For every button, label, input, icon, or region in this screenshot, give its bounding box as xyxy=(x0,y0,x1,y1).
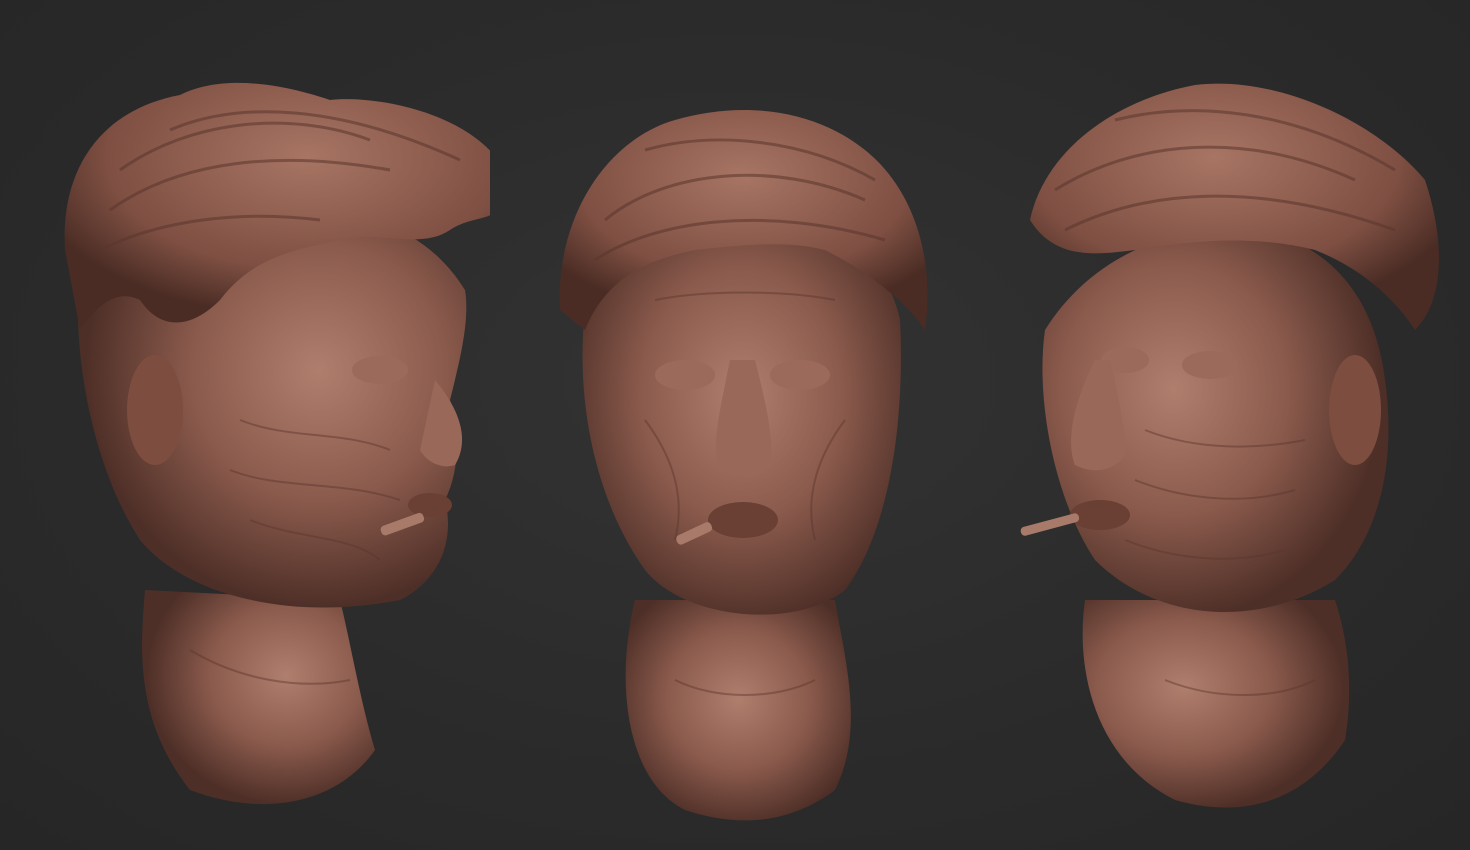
neck xyxy=(142,590,375,805)
neck xyxy=(625,600,851,821)
sculpt-bust-three-quarter-right xyxy=(40,0,490,850)
eye xyxy=(352,356,408,384)
cigarette xyxy=(1020,513,1080,536)
left-eye xyxy=(655,360,715,390)
neck xyxy=(1082,600,1350,808)
bust-center-render xyxy=(559,110,928,821)
sculpt-viewport xyxy=(0,0,1470,850)
sculpt-bust-three-quarter-left xyxy=(1015,0,1455,850)
ear xyxy=(127,355,183,465)
sculpt-bust-front xyxy=(545,0,945,850)
eye-far xyxy=(1182,351,1238,379)
mouth xyxy=(408,493,452,517)
bust-left-render xyxy=(64,82,490,805)
mouth xyxy=(1070,500,1130,530)
right-eye xyxy=(770,360,830,390)
ear xyxy=(1329,355,1381,465)
mouth xyxy=(708,502,778,538)
bust-right-render xyxy=(1020,83,1439,808)
